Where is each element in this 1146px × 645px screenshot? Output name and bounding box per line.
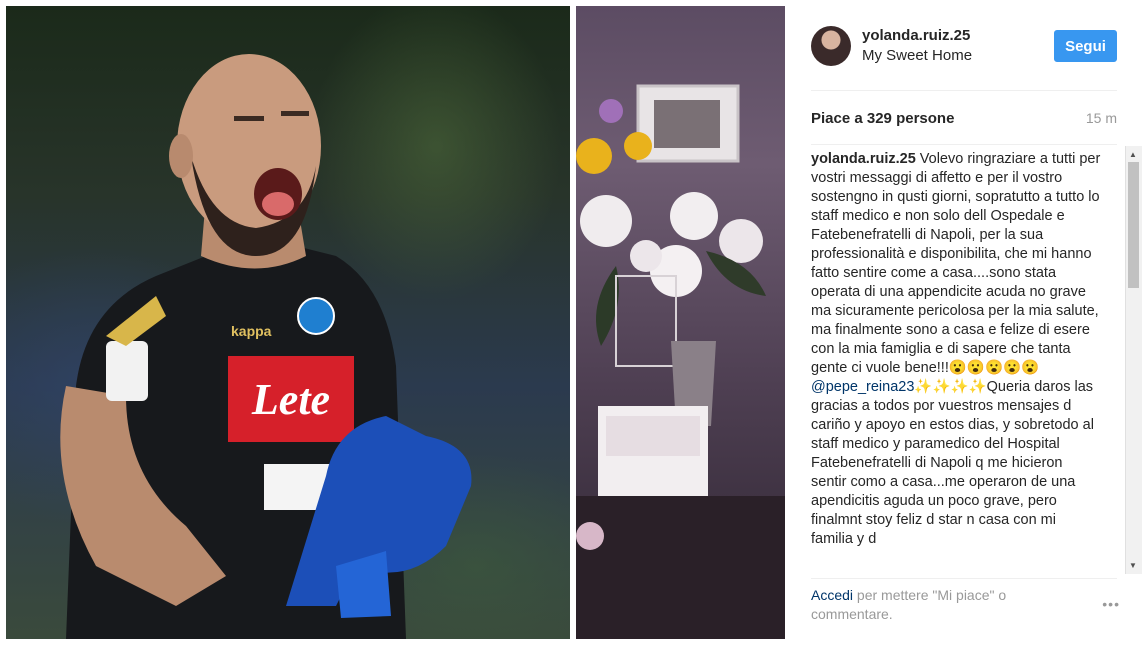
serie-a-badge	[106, 341, 148, 401]
likes-count[interactable]: Piace a 329 persone	[811, 110, 954, 127]
post-panel: yolanda.ruiz.25 My Sweet Home Segui Piac…	[791, 6, 1142, 639]
scroll-down-arrow-icon[interactable]: ▼	[1129, 561, 1137, 570]
footballer-illustration: Lete kappa	[60, 54, 472, 639]
footballer-photo: Lete kappa	[6, 6, 570, 639]
brand-text: kappa	[231, 323, 272, 339]
caption-author[interactable]: yolanda.ruiz.25	[811, 151, 916, 167]
sponsor-text: Lete	[251, 375, 330, 424]
caption-text-spanish: ✨✨✨✨Queria daros las gracias a todos por…	[811, 379, 1094, 547]
sunflower	[576, 138, 612, 174]
caption-text-italian: Volevo ringraziare a tutti per vostri me…	[811, 151, 1101, 376]
username[interactable]: yolanda.ruiz.25	[862, 27, 970, 44]
caption-mention[interactable]: @pepe_reina23	[811, 379, 914, 395]
login-prompt: Accedi per mettere "Mi piace" o commenta…	[811, 586, 1061, 624]
flowers-photo	[576, 6, 785, 639]
caption-scrollbar[interactable]: ▲ ▼	[1125, 146, 1142, 574]
scroll-up-arrow-icon[interactable]: ▲	[1129, 150, 1137, 159]
caption: yolanda.ruiz.25 Volevo ringraziare a tutt…	[811, 150, 1101, 570]
divider	[811, 144, 1117, 145]
divider	[811, 578, 1117, 579]
napoli-badge	[297, 297, 335, 335]
location-label[interactable]: My Sweet Home	[862, 47, 972, 64]
more-dots-icon[interactable]: •••	[1102, 596, 1120, 612]
login-link[interactable]: Accedi	[811, 587, 853, 603]
white-lilies	[580, 195, 632, 247]
divider	[811, 90, 1117, 91]
post-time[interactable]: 15 m	[1086, 110, 1117, 126]
follow-button[interactable]: Segui	[1054, 30, 1117, 62]
flowers-illustration	[576, 84, 785, 639]
scroll-thumb[interactable]	[1128, 162, 1139, 288]
avatar[interactable]	[811, 26, 851, 66]
